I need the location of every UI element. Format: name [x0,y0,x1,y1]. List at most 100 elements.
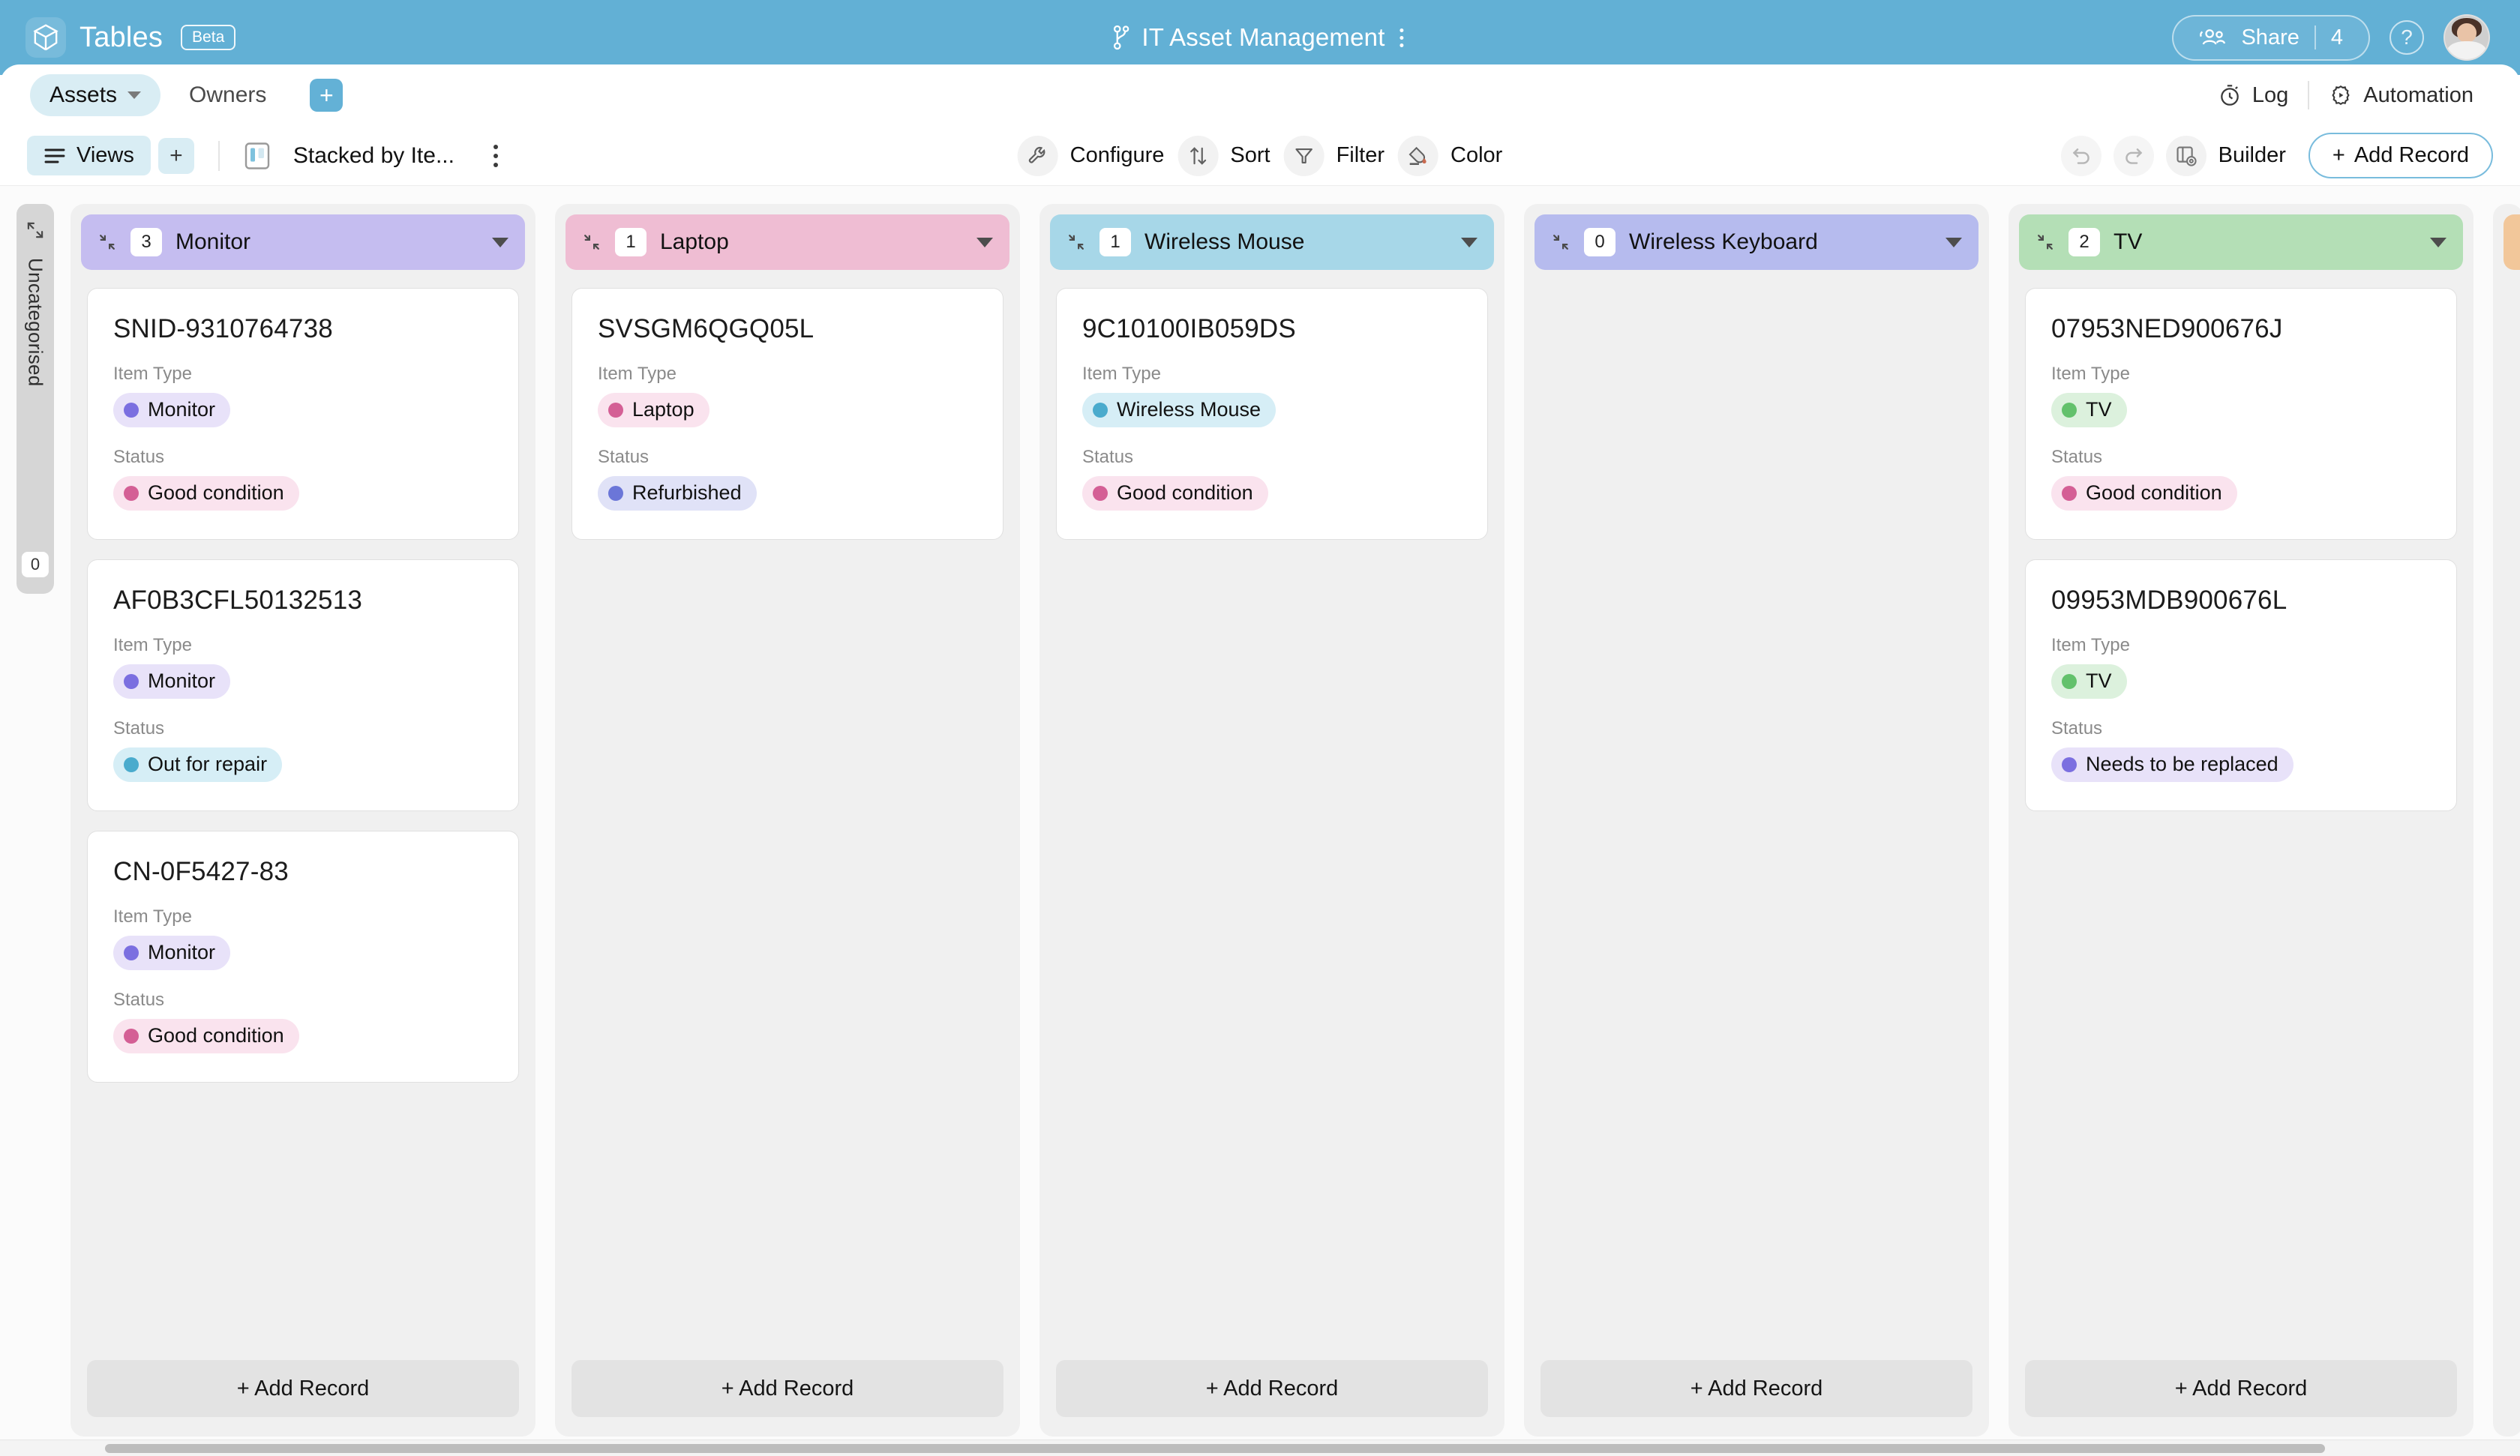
status-dot-icon [124,485,139,501]
field-value-pill[interactable]: Monitor [113,664,231,699]
field-value-pill[interactable]: Good condition [1082,476,1268,511]
expand-icon[interactable] [26,220,45,240]
record-card[interactable]: SVSGM6QGQ05L Item Type Laptop Status Refurbi… [572,288,1004,540]
configure-button[interactable]: Configure [1017,135,1165,176]
column-title: Monitor [176,229,251,254]
document-menu-icon[interactable] [1396,28,1408,47]
sort-label: Sort [1230,143,1270,167]
chevron-down-icon[interactable] [2430,237,2446,247]
current-view-name[interactable]: Stacked by Ite... [293,143,454,169]
collapse-icon[interactable] [2036,232,2055,252]
column-count: 0 [1584,228,1616,256]
column-footer: + Add Record [70,1345,536,1437]
chevron-down-icon[interactable] [128,91,142,99]
field-value: Monitor [148,398,216,421]
undo-icon[interactable] [2060,135,2102,176]
record-field: Status Refurbished [598,447,977,511]
tab-owners-label: Owners [189,82,267,107]
beta-badge: Beta [181,25,236,50]
tab-owners[interactable]: Owners [170,74,286,116]
record-card[interactable]: CN-0F5427-83 Item Type Monitor Status Good c… [87,831,519,1083]
field-value-pill[interactable]: Needs to be replaced [2051,747,2294,782]
column-title: Wireless Mouse [1144,229,1305,254]
field-value-pill[interactable]: Good condition [113,476,299,511]
collapse-icon[interactable] [1066,232,1086,252]
builder-button[interactable]: Builder [2165,135,2286,176]
add-view-button[interactable]: + [158,137,194,174]
collapse-icon[interactable] [582,232,602,252]
field-value-pill[interactable]: Monitor [113,936,231,970]
add-record-button[interactable]: + Add Record [2308,133,2493,178]
chevron-down-icon[interactable] [976,237,993,247]
column-header[interactable]: 3 Monitor [81,214,525,270]
record-field: Status Good condition [2051,447,2431,511]
record-field: Item Type Wireless Mouse [1082,364,1462,427]
record-field: Item Type TV [2051,364,2431,427]
view-menu-icon[interactable] [489,140,502,172]
record-card[interactable]: AF0B3CFL50132513 Item Type Monitor Status Ou… [87,559,519,811]
record-card[interactable]: 9C10100IB059DS Item Type Wireless Mouse Sta… [1056,288,1488,540]
log-label: Log [2252,82,2289,107]
record-field: Status Good condition [113,447,493,511]
user-avatar[interactable] [2444,14,2490,61]
status-dot-icon [124,402,139,418]
tabbar-actions: Log Automation [2198,81,2493,109]
horizontal-scrollbar[interactable] [0,1440,2520,1456]
table-tabs: Assets Owners + [30,74,344,116]
record-card[interactable]: 09953MDB900676L Item Type TV Status Needs to… [2025,559,2457,811]
scrollbar-thumb[interactable] [105,1444,2325,1453]
field-value: Laptop [632,398,694,421]
column-add-record-button[interactable]: + Add Record [2025,1360,2457,1417]
collapse-icon[interactable] [98,232,117,252]
column-footer: + Add Record [555,1345,1020,1437]
collapse-icon[interactable] [1551,232,1570,252]
brand: Tables Beta [26,17,236,58]
column-add-record-button[interactable]: + Add Record [572,1360,1004,1417]
automation-button[interactable]: Automation [2309,83,2493,108]
filter-button[interactable]: Filter [1283,135,1384,176]
field-value-pill[interactable]: Monitor [113,393,231,427]
record-card[interactable]: 07953NED900676J Item Type TV Status Good con… [2025,288,2457,540]
record-card[interactable]: SNID-9310764738 Item Type Monitor Status Goo… [87,288,519,540]
toolbar-divider [218,140,220,171]
document-title-group[interactable]: IT Asset Management [1112,23,1408,52]
log-button[interactable]: Log [2198,83,2308,108]
field-value-pill[interactable]: Good condition [113,1019,299,1053]
redo-icon[interactable] [2113,135,2154,176]
views-button[interactable]: Views [27,136,151,175]
chevron-down-icon[interactable] [1946,237,1962,247]
field-label: Item Type [598,364,676,384]
field-value-pill[interactable]: TV [2051,664,2127,699]
field-value-pill[interactable]: Wireless Mouse [1082,393,1276,427]
sort-button[interactable]: Sort [1178,135,1270,176]
column-add-record-button[interactable]: + Add Record [87,1360,519,1417]
field-value-pill[interactable]: Refurbished [598,476,757,511]
configure-label: Configure [1070,143,1165,167]
column-header[interactable]: 1 Laptop [566,214,1010,270]
status-dot-icon [1093,402,1108,418]
chevron-down-icon[interactable] [1461,237,1478,247]
field-label: Item Type [2051,364,2130,384]
column-add-record-button[interactable]: + Add Record [1540,1360,1972,1417]
column-header[interactable]: 0 Wireless Keyboard [1534,214,1978,270]
column-add-record-button[interactable]: + Add Record [1056,1360,1488,1417]
collapsed-column-uncategorised[interactable]: Uncategorised 0 [16,204,54,594]
column-header[interactable]: 1 Wireless Mouse [1050,214,1494,270]
chevron-down-icon[interactable] [492,237,508,247]
help-circle-icon[interactable]: ? [2390,20,2424,55]
field-value-pill[interactable]: Out for repair [113,747,283,782]
status-dot-icon [2062,402,2077,418]
field-value-pill[interactable]: Good condition [2051,476,2237,511]
field-value: Good condition [148,481,284,504]
tab-assets[interactable]: Assets [30,74,161,116]
field-label: Item Type [113,906,192,927]
column-header[interactable]: 2 TV [2019,214,2463,270]
column-header[interactable] [2504,214,2520,270]
add-table-button[interactable]: + [310,79,344,112]
share-button[interactable]: Share 4 [2172,14,2370,61]
status-dot-icon [608,485,623,501]
color-label: Color [1450,143,1503,167]
field-value-pill[interactable]: Laptop [598,393,710,427]
color-button[interactable]: Color [1398,135,1503,176]
field-value-pill[interactable]: TV [2051,393,2127,427]
